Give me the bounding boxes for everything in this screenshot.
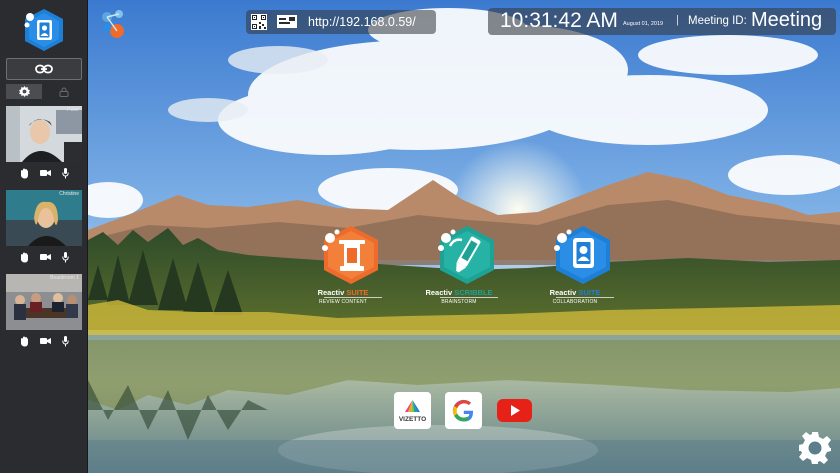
participant-tile[interactable]: Boardroom 1 [6,274,82,347]
clock-time: 10:31:42 AM [500,9,618,32]
gear-icon [799,432,831,464]
svg-text:VIZETTO: VIZETTO [399,416,426,423]
gear-icon [18,86,30,97]
app-subtitle: COLLABORATION [552,299,598,305]
vizetto-launcher[interactable]: VIZETTO [394,392,431,429]
app-subtitle: REVIEW CONTENT [318,299,368,305]
link-button[interactable] [6,58,82,80]
participant-video: Christine [6,190,82,246]
app-subtitle: BRAINSTORM [441,299,477,305]
sidebar: Peter Christine Boardroom 1 [0,0,88,473]
marker-pen-icon [438,226,494,284]
lock-icon [59,87,69,97]
settings-button[interactable] [797,430,833,466]
participant-controls [6,335,82,347]
participant-name: Peter [67,107,79,113]
clock-date: August 01, 2019 [623,21,664,27]
connection-url-bar: http://192.168.0.59/ [246,10,436,34]
app-title: Reactiv SCRIBBLE [425,288,493,297]
google-logo-icon [452,399,474,422]
camera-icon[interactable] [39,253,51,261]
participant-tile[interactable]: Christine [6,190,82,263]
molecule-apps-icon[interactable] [99,8,127,40]
meeting-id-value: Meeting [751,9,823,31]
hand-icon[interactable] [20,336,29,347]
hand-icon[interactable] [20,252,29,263]
vizetto-logo-icon: VIZETTO [399,400,426,423]
youtube-logo-icon [497,399,532,422]
camera-icon[interactable] [39,337,51,345]
badge-portrait-icon [554,226,610,284]
separator: | [676,14,679,26]
reactiv-suite-logo-icon[interactable] [21,7,67,53]
participant-video: Boardroom 1 [6,274,82,330]
connection-url: http://192.168.0.59/ [308,15,416,29]
app-tile-collaboration[interactable]: Reactiv SUITE COLLABORATION [530,224,620,310]
participant-name: Christine [59,191,79,197]
participant-controls [6,167,82,179]
microphone-icon[interactable] [61,335,69,347]
whiteboard-icon[interactable] [277,14,297,30]
meeting-id-label: Meeting ID: [688,15,747,27]
youtube-launcher[interactable] [496,392,533,429]
microphone-icon[interactable] [61,167,69,179]
sidebar-lock-tab[interactable] [46,84,82,99]
participant-tile[interactable]: Peter [6,106,82,179]
divider [324,297,382,298]
link-icon [35,64,53,74]
app-title: Reactiv SUITE [549,288,601,297]
divider [556,297,614,298]
camera-icon[interactable] [39,169,51,177]
qr-code-icon[interactable] [251,14,267,30]
participant-controls [6,251,82,263]
clock-meeting-bar: 10:31:42 AM August 01, 2019 | Meeting ID… [488,8,836,35]
divider [440,297,498,298]
app-tile-review-content[interactable]: Reactiv SUITE REVIEW CONTENT [298,224,388,310]
app-title: Reactiv SUITE [317,288,369,297]
microphone-icon[interactable] [61,251,69,263]
app-tile-brainstorm[interactable]: Reactiv SCRIBBLE BRAINSTORM [414,224,504,310]
google-launcher[interactable] [445,392,482,429]
participant-video: Peter [6,106,82,162]
hand-icon[interactable] [20,168,29,179]
pestle-mortar-icon [322,226,378,284]
sidebar-settings-tab[interactable] [6,84,42,99]
participant-name: Boardroom 1 [50,275,79,281]
